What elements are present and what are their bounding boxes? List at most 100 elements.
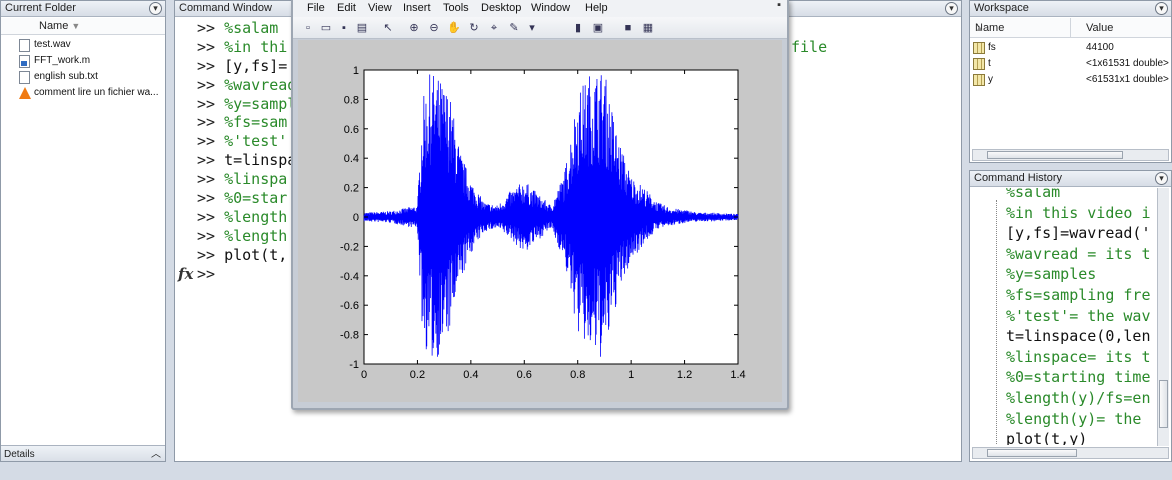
command-text: %'test' (224, 132, 288, 151)
details-label: Details (4, 449, 35, 460)
function-browser-icon[interactable]: fx (178, 265, 193, 283)
command-text: %length (224, 207, 288, 226)
history-entry[interactable]: %length(y)= the (1006, 409, 1151, 430)
brush-icon[interactable]: ✎ (507, 21, 521, 35)
history-entry[interactable]: [y,fs]=wavread(' (1006, 223, 1151, 244)
history-entry[interactable]: %salam (1006, 188, 1151, 203)
command-line: >> t=linspa (197, 151, 296, 170)
workspace-title: Workspace (970, 1, 1171, 17)
figure-window[interactable]: File Edit View Insert Tools Desktop Window Help… (291, 0, 789, 410)
command-prompt: >> (197, 151, 225, 170)
file-name: test.wav (34, 39, 71, 50)
command-prompt: >> (197, 94, 225, 113)
menu-item-desktop[interactable]: Desktop (481, 0, 521, 17)
panel-actions-icon[interactable]: ▾ (1155, 172, 1168, 185)
command-text: [y,fs]= (224, 56, 288, 75)
plot-tools-show-icon[interactable]: ▦ (641, 21, 655, 35)
command-prompt: >> (197, 245, 225, 264)
name-column-header[interactable]: Name ▼ (1, 18, 165, 35)
vertical-scrollbar[interactable] (1157, 188, 1169, 446)
history-entry[interactable]: %linspace= its t (1006, 347, 1151, 368)
file-item[interactable]: english sub.txt (1, 69, 165, 85)
open-icon[interactable]: ▭ (319, 21, 333, 35)
y-tick-label: 0.4 (344, 153, 359, 165)
x-tick-label: 1.2 (677, 369, 692, 381)
figure-canvas: 0 0.2 0.4 0.6 0.8 1 1.2 1.4 -1 -0.8 -0.6 -0.4 -0.2 0 0… (298, 40, 782, 402)
history-entry[interactable]: %in this video i (1006, 203, 1151, 224)
chevron-up-icon[interactable]: ︿ (151, 446, 161, 461)
menu-item-file[interactable]: File (307, 0, 325, 17)
command-line: >> %y=sampl (197, 95, 296, 114)
file-item[interactable]: comment lire un fichier wa... (1, 85, 165, 101)
link-icon[interactable]: ▾ (525, 21, 539, 35)
colorbar-icon[interactable]: ▮ (571, 21, 585, 35)
data-cursor-icon[interactable]: ⌖ (487, 21, 501, 35)
history-entry[interactable]: %wavread = its t (1006, 244, 1151, 265)
command-text: %salam (224, 19, 279, 37)
workspace-variable[interactable]: fs 44100 (970, 40, 1171, 56)
history-entry[interactable]: %'test'= the wav (1006, 306, 1151, 327)
command-prompt: >> (197, 56, 225, 75)
pan-icon[interactable]: ✋ (447, 21, 461, 35)
history-entry[interactable]: %length(y)/fs=en (1006, 388, 1151, 409)
horizontal-scrollbar[interactable] (972, 149, 1169, 161)
workspace-header: Name ▲ Value (970, 18, 1171, 38)
menu-item-insert[interactable]: Insert (403, 0, 431, 17)
file-item[interactable]: test.wav (1, 37, 165, 53)
variable-name: fs (988, 42, 996, 53)
menu-item-window[interactable]: Window (531, 0, 570, 17)
history-entry[interactable]: plot(t,y) (1006, 429, 1151, 445)
history-entry[interactable]: %y=samples (1006, 264, 1151, 285)
horizontal-scrollbar[interactable] (972, 447, 1169, 459)
workspace-variable[interactable]: t <1x61531 double> (970, 56, 1171, 72)
file-list: test.wav FFT_work.m english sub.txt comment… (1, 37, 165, 101)
variable-name: t (988, 58, 991, 69)
command-line: >> %wavread (197, 76, 296, 95)
x-tick-label: 1.4 (730, 369, 745, 381)
x-tick-label: 0 (361, 369, 367, 381)
rotate-icon[interactable]: ↻ (467, 21, 481, 35)
y-tick-label: -0.8 (340, 330, 359, 342)
save-icon[interactable]: ▪ (337, 21, 351, 35)
command-line: >> %length (197, 208, 296, 227)
x-tick-label: 0.4 (463, 369, 478, 381)
workspace-panel: Workspace ▾ Name ▲ Value fs 44100 t <1x6153… (969, 0, 1172, 163)
workspace-variable[interactable]: y <61531x1 double> (970, 72, 1171, 88)
x-tick-label: 0.6 (517, 369, 532, 381)
command-line: >> (197, 265, 296, 284)
menu-item-help[interactable]: Help (585, 0, 608, 17)
command-line: >> %'test' (197, 132, 296, 151)
panel-actions-icon[interactable]: ▾ (1155, 2, 1168, 15)
command-line: >> %length (197, 227, 296, 246)
details-bar[interactable]: Details ︿ (1, 445, 165, 461)
figure-toolbar: ▫ ▭ ▪ ▤ ↖ ⊕ ⊖ ✋ ↻ ⌖ ✎ ▾ ▮ ▣ ■ ▦ (293, 17, 787, 39)
command-prompt: >> (197, 132, 225, 151)
pointer-icon[interactable]: ↖ (381, 21, 395, 35)
history-entry[interactable]: %0=starting time (1006, 367, 1151, 388)
command-line: >> %0=star (197, 189, 296, 208)
close-icon[interactable]: ▪ (777, 0, 781, 11)
file-item[interactable]: FFT_work.m (1, 53, 165, 69)
history-tree-line (996, 200, 1004, 445)
document-icon (19, 71, 30, 84)
y-tick-label: -1 (349, 359, 359, 371)
y-tick-label: -0.6 (340, 300, 359, 312)
menu-item-tools[interactable]: Tools (443, 0, 469, 17)
menu-item-view[interactable]: View (368, 0, 392, 17)
panel-actions-icon[interactable]: ▾ (945, 2, 958, 15)
zoom-in-icon[interactable]: ⊕ (407, 21, 421, 35)
y-tick-label: 0 (353, 212, 359, 224)
legend-icon[interactable]: ▣ (591, 21, 605, 35)
current-folder-panel: Current Folder ▾ Name ▼ test.wav FFT_work… (0, 0, 166, 462)
plot-tools-hide-icon[interactable]: ■ (621, 21, 635, 35)
print-icon[interactable]: ▤ (355, 21, 369, 35)
new-file-icon[interactable]: ▫ (301, 21, 315, 35)
command-prompt: >> (197, 19, 225, 37)
value-column-header[interactable]: Value (1070, 18, 1113, 38)
panel-actions-icon[interactable]: ▾ (149, 2, 162, 15)
history-entry[interactable]: %fs=sampling fre (1006, 285, 1151, 306)
history-entry[interactable]: t=linspace(0,len (1006, 326, 1151, 347)
menu-item-edit[interactable]: Edit (337, 0, 356, 17)
current-folder-title: Current Folder (1, 1, 165, 17)
zoom-out-icon[interactable]: ⊖ (427, 21, 441, 35)
